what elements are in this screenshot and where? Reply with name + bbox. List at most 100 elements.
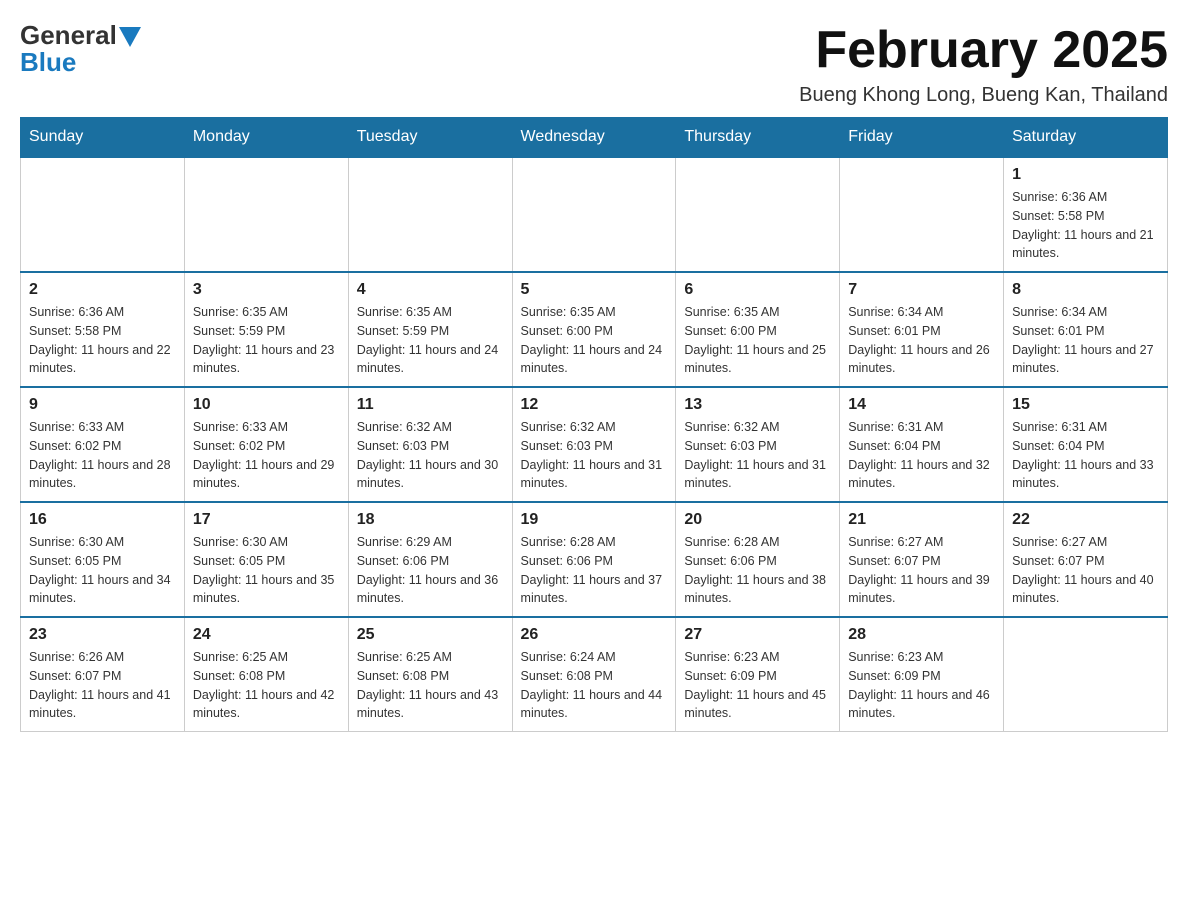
calendar-week-row: 16 Sunrise: 6:30 AMSunset: 6:05 PMDayligh…: [21, 502, 1168, 617]
table-row: [21, 157, 185, 272]
table-row: 28Sunrise: 6:23 AMSunset: 6:09 PMDayligh…: [840, 617, 1004, 732]
table-row: 16Sunrise: 6:30 AMSunset: 6:05 PMDayligh…: [21, 502, 185, 617]
day-info: Sunrise: 6:25 AMSunset: 6:08 PMDaylight:…: [357, 648, 504, 723]
day-info: Sunrise: 6:35 AMSunset: 6:00 PMDaylight:…: [521, 303, 668, 378]
table-row: 17 Sunrise: 6:30 AMSunset: 6:05 PMDayligh…: [184, 502, 348, 617]
header-saturday: Saturday: [1004, 118, 1168, 158]
day-number: 22: [1012, 511, 1159, 529]
day-info: Sunrise: 6:35 AMSunset: 5:59 PMDaylight:…: [357, 303, 504, 378]
day-number: 3: [193, 281, 340, 299]
day-info: Sunrise: 6:29 AMSunset: 6:06 PMDaylight:…: [357, 533, 504, 608]
calendar-week-row: 2 Sunrise: 6:36 AMSunset: 5:58 PMDaylight…: [21, 272, 1168, 387]
day-number: 15: [1012, 396, 1159, 414]
day-info: Sunrise: 6:34 AMSunset: 6:01 PMDaylight:…: [848, 303, 995, 378]
header-thursday: Thursday: [676, 118, 840, 158]
day-info: Sunrise: 6:32 AMSunset: 6:03 PMDaylight:…: [521, 418, 668, 493]
day-info: Sunrise: 6:28 AMSunset: 6:06 PMDaylight:…: [521, 533, 668, 608]
month-title: February 2025: [799, 20, 1168, 80]
table-row: [1004, 617, 1168, 732]
day-info: Sunrise: 6:33 AMSunset: 6:02 PMDaylight:…: [29, 418, 176, 493]
header-sunday: Sunday: [21, 118, 185, 158]
day-info: Sunrise: 6:33 AMSunset: 6:02 PMDaylight:…: [193, 418, 340, 493]
day-info: Sunrise: 6:23 AMSunset: 6:09 PMDaylight:…: [684, 648, 831, 723]
day-number: 11: [357, 396, 504, 414]
day-number: 18: [357, 511, 504, 529]
table-row: 4 Sunrise: 6:35 AMSunset: 5:59 PMDaylight…: [348, 272, 512, 387]
table-row: 5Sunrise: 6:35 AMSunset: 6:00 PMDaylight…: [512, 272, 676, 387]
day-info: Sunrise: 6:32 AMSunset: 6:03 PMDaylight:…: [357, 418, 504, 493]
table-row: 20Sunrise: 6:28 AMSunset: 6:06 PMDayligh…: [676, 502, 840, 617]
table-row: 14 Sunrise: 6:31 AMSunset: 6:04 PMDayligh…: [840, 387, 1004, 502]
table-row: 10 Sunrise: 6:33 AMSunset: 6:02 PMDayligh…: [184, 387, 348, 502]
page-header: General Blue February 2025 Bueng Khong L…: [20, 20, 1168, 107]
day-info: Sunrise: 6:31 AMSunset: 6:04 PMDaylight:…: [848, 418, 995, 493]
day-info: Sunrise: 6:31 AMSunset: 6:04 PMDaylight:…: [1012, 418, 1159, 493]
day-number: 9: [29, 396, 176, 414]
day-number: 14: [848, 396, 995, 414]
calendar-week-row: 9 Sunrise: 6:33 AMSunset: 6:02 PMDaylight…: [21, 387, 1168, 502]
day-number: 12: [521, 396, 668, 414]
table-row: 8 Sunrise: 6:34 AMSunset: 6:01 PMDaylight…: [1004, 272, 1168, 387]
table-row: 27 Sunrise: 6:23 AMSunset: 6:09 PMDayligh…: [676, 617, 840, 732]
day-number: 16: [29, 511, 176, 529]
day-info: Sunrise: 6:35 AMSunset: 6:00 PMDaylight:…: [684, 303, 831, 378]
calendar-header-row: Sunday Monday Tuesday Wednesday Thursday…: [21, 118, 1168, 158]
day-number: 8: [1012, 281, 1159, 299]
table-row: 21 Sunrise: 6:27 AMSunset: 6:07 PMDayligh…: [840, 502, 1004, 617]
table-row: 2 Sunrise: 6:36 AMSunset: 5:58 PMDaylight…: [21, 272, 185, 387]
table-row: 3 Sunrise: 6:35 AMSunset: 5:59 PMDaylight…: [184, 272, 348, 387]
table-row: 15 Sunrise: 6:31 AMSunset: 6:04 PMDayligh…: [1004, 387, 1168, 502]
table-row: 13 Sunrise: 6:32 AMSunset: 6:03 PMDayligh…: [676, 387, 840, 502]
table-row: 6 Sunrise: 6:35 AMSunset: 6:00 PMDaylight…: [676, 272, 840, 387]
day-number: 10: [193, 396, 340, 414]
day-number: 25: [357, 626, 504, 644]
calendar-week-row: 1 Sunrise: 6:36 AMSunset: 5:58 PMDaylight…: [21, 157, 1168, 272]
day-number: 23: [29, 626, 176, 644]
table-row: 11 Sunrise: 6:32 AMSunset: 6:03 PMDayligh…: [348, 387, 512, 502]
day-number: 26: [521, 626, 668, 644]
day-number: 6: [684, 281, 831, 299]
day-info: Sunrise: 6:34 AMSunset: 6:01 PMDaylight:…: [1012, 303, 1159, 378]
logo-blue: Blue: [20, 47, 76, 78]
day-number: 2: [29, 281, 176, 299]
day-number: 13: [684, 396, 831, 414]
table-row: 9 Sunrise: 6:33 AMSunset: 6:02 PMDaylight…: [21, 387, 185, 502]
day-number: 17: [193, 511, 340, 529]
day-info: Sunrise: 6:26 AMSunset: 6:07 PMDaylight:…: [29, 648, 176, 723]
table-row: 12 Sunrise: 6:32 AMSunset: 6:03 PMDayligh…: [512, 387, 676, 502]
day-info: Sunrise: 6:35 AMSunset: 5:59 PMDaylight:…: [193, 303, 340, 378]
day-number: 7: [848, 281, 995, 299]
table-row: [676, 157, 840, 272]
day-info: Sunrise: 6:36 AMSunset: 5:58 PMDaylight:…: [29, 303, 176, 378]
logo: General Blue: [20, 20, 141, 78]
table-row: 1 Sunrise: 6:36 AMSunset: 5:58 PMDaylight…: [1004, 157, 1168, 272]
calendar-table: Sunday Monday Tuesday Wednesday Thursday…: [20, 117, 1168, 732]
table-row: 25 Sunrise: 6:25 AMSunset: 6:08 PMDayligh…: [348, 617, 512, 732]
day-info: Sunrise: 6:27 AMSunset: 6:07 PMDaylight:…: [1012, 533, 1159, 608]
header-wednesday: Wednesday: [512, 118, 676, 158]
day-number: 21: [848, 511, 995, 529]
calendar-week-row: 23 Sunrise: 6:26 AMSunset: 6:07 PMDayligh…: [21, 617, 1168, 732]
table-row: [184, 157, 348, 272]
table-row: [840, 157, 1004, 272]
logo-triangle-icon: [119, 27, 141, 47]
header-friday: Friday: [840, 118, 1004, 158]
table-row: 22 Sunrise: 6:27 AMSunset: 6:07 PMDayligh…: [1004, 502, 1168, 617]
day-info: Sunrise: 6:30 AMSunset: 6:05 PMDaylight:…: [193, 533, 340, 608]
day-info: Sunrise: 6:27 AMSunset: 6:07 PMDaylight:…: [848, 533, 995, 608]
day-number: 1: [1012, 166, 1159, 184]
table-row: [512, 157, 676, 272]
table-row: 7 Sunrise: 6:34 AMSunset: 6:01 PMDaylight…: [840, 272, 1004, 387]
day-info: Sunrise: 6:28 AMSunset: 6:06 PMDaylight:…: [684, 533, 831, 608]
day-info: Sunrise: 6:24 AMSunset: 6:08 PMDaylight:…: [521, 648, 668, 723]
table-row: 18 Sunrise: 6:29 AMSunset: 6:06 PMDayligh…: [348, 502, 512, 617]
day-number: 4: [357, 281, 504, 299]
day-number: 27: [684, 626, 831, 644]
day-info: Sunrise: 6:23 AMSunset: 6:09 PMDaylight:…: [848, 648, 995, 723]
table-row: 24Sunrise: 6:25 AMSunset: 6:08 PMDayligh…: [184, 617, 348, 732]
table-row: [348, 157, 512, 272]
day-info: Sunrise: 6:32 AMSunset: 6:03 PMDaylight:…: [684, 418, 831, 493]
location: Bueng Khong Long, Bueng Kan, Thailand: [799, 84, 1168, 107]
day-info: Sunrise: 6:36 AMSunset: 5:58 PMDaylight:…: [1012, 188, 1159, 263]
header-monday: Monday: [184, 118, 348, 158]
